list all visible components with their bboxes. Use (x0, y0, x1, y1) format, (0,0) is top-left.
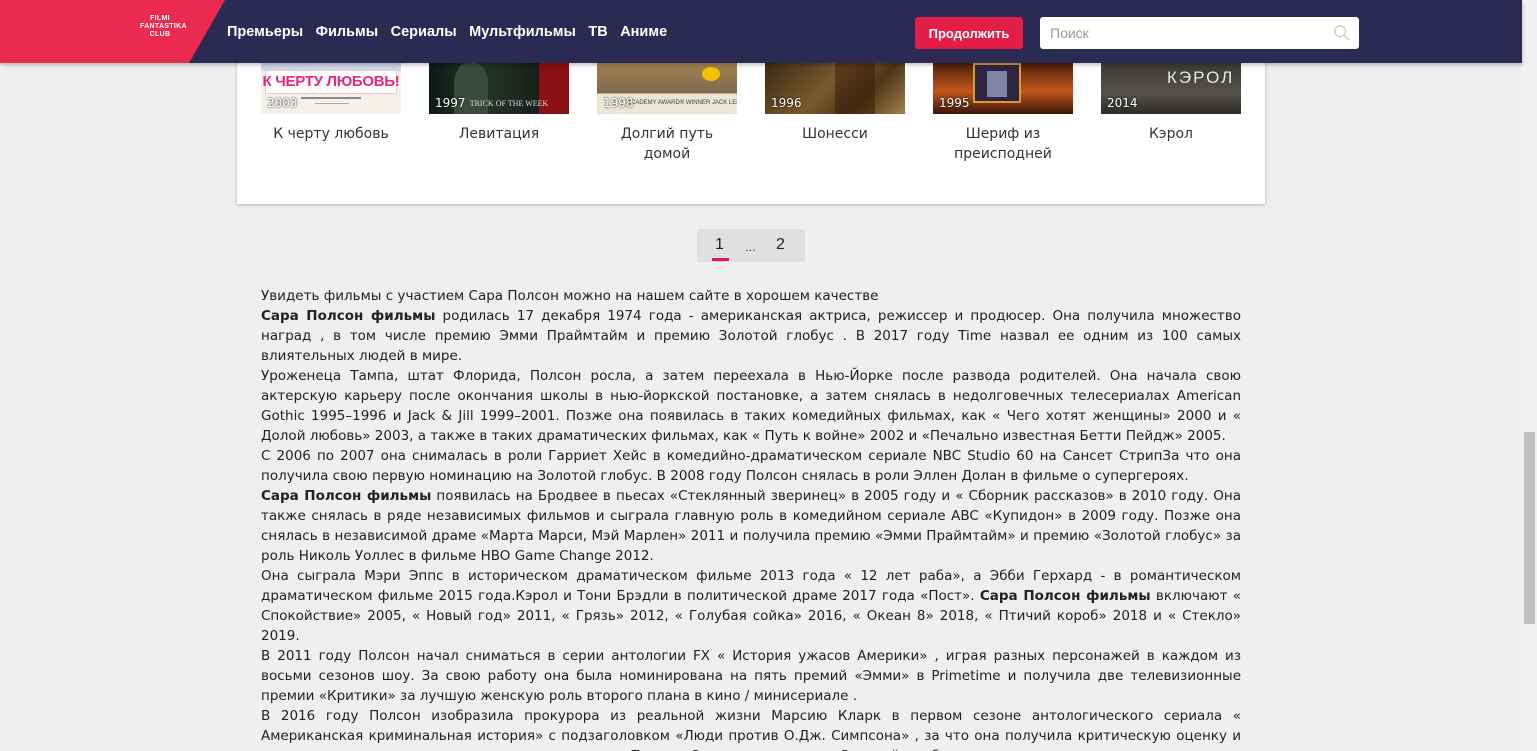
page-ellipsis: ... (745, 239, 756, 254)
film-title[interactable]: К черту любовь (261, 124, 401, 144)
nav-link-series[interactable]: Сериалы (391, 24, 457, 40)
bio-paragraph: В 2011 году Полсон начал сниматься в сер… (261, 648, 1241, 704)
film-title[interactable]: Долгий путь домой (597, 124, 737, 164)
film-year: 2003 (267, 96, 298, 110)
film-card[interactable]: TRICK OF THE WEEK 1997 Левитация (429, 63, 569, 144)
bio-paragraph: Она сыграла Мэри Эппс в историческом дра… (261, 566, 1241, 646)
active-page-indicator (712, 258, 729, 261)
pagination: 1 ... 2 (697, 229, 805, 262)
search-icon[interactable] (1333, 24, 1351, 42)
nav-link-premieres[interactable]: Премьеры (227, 24, 303, 40)
poster-title-text: К ЧЕРТУ ЛЮБОВЬ! (262, 73, 400, 90)
actor-description: Увидеть фильмы с участием Сара Полсон мо… (261, 286, 1241, 751)
nav-link-films[interactable]: Фильмы (316, 24, 379, 40)
page-scrollbar[interactable] (1522, 0, 1537, 751)
intro-text: Увидеть фильмы с участием Сара Полсон мо… (261, 288, 879, 304)
film-year: 1996 (771, 96, 802, 110)
bio-paragraph: Сара Полсон фильмы родилась 17 декабря 1… (261, 306, 1241, 366)
page-link-1[interactable]: 1 (715, 236, 724, 254)
film-poster[interactable]: TRICK OF THE WEEK 1997 (429, 63, 569, 114)
film-card[interactable]: ACADEMY AWARD® WINNER JACK LEMMON 1998 Д… (597, 63, 737, 164)
film-poster[interactable]: ACADEMY AWARD® WINNER JACK LEMMON 1998 (597, 63, 737, 114)
bold-keyword: Сара Полсон фильмы (261, 488, 432, 504)
scrollbar-thumb[interactable] (1524, 432, 1535, 624)
film-card[interactable]: К ЧЕРТУ ЛЮБОВЬ! 2003 К черту любовь (261, 63, 401, 144)
page-link-2[interactable]: 2 (776, 236, 785, 254)
bio-paragraph: Уроженеца Тампа, штат Флорида, Полсон ро… (261, 368, 1241, 444)
film-poster[interactable]: К ЧЕРТУ ЛЮБОВЬ! 2003 (261, 63, 401, 114)
film-title[interactable]: Шериф из преисподней (933, 124, 1073, 164)
nav-link-anime[interactable]: Аниме (620, 24, 667, 40)
film-poster[interactable]: 1996 (765, 63, 905, 114)
film-card[interactable]: 1995 Шериф из преисподней (933, 63, 1073, 164)
bio-paragraph: Сара Полсон фильмы появилась на Бродвее … (261, 486, 1241, 566)
film-title[interactable]: Кэрол (1101, 124, 1241, 144)
film-poster[interactable]: КЭРОЛ 2014 (1101, 63, 1241, 114)
main-nav: Премьеры Фильмы Сериалы Мультфильмы ТВ А… (227, 0, 680, 63)
bio-paragraph: В 2016 году Полсон изобразила прокурора … (261, 708, 1241, 751)
logo-text: FILMI FANTASTIKA CLUB (140, 15, 187, 38)
search-input[interactable] (1040, 17, 1325, 49)
film-title[interactable]: Левитация (429, 124, 569, 144)
film-card[interactable]: 1996 Шонесси (765, 63, 905, 144)
film-year: 1998 (603, 96, 634, 110)
top-navbar: FILMI FANTASTIKA CLUB Премьеры Фильмы Се… (0, 0, 1522, 63)
films-panel: К ЧЕРТУ ЛЮБОВЬ! 2003 К черту любовь TRIC… (237, 40, 1265, 204)
film-year: 1995 (939, 96, 970, 110)
bold-keyword: Сара Полсон фильмы (261, 308, 436, 324)
poster-title-text: TRICK OF THE WEEK (469, 99, 549, 108)
poster-title-text: КЭРОЛ (1167, 68, 1235, 87)
search-box (1040, 17, 1359, 49)
film-year: 1997 (435, 96, 466, 110)
film-title[interactable]: Шонесси (765, 124, 905, 144)
bold-keyword: Сара Полсон фильмы (979, 588, 1151, 604)
nav-link-cartoons[interactable]: Мультфильмы (469, 24, 576, 40)
site-logo[interactable]: FILMI FANTASTIKA CLUB (0, 0, 225, 63)
film-poster[interactable]: 1995 (933, 63, 1073, 114)
nav-link-tv[interactable]: ТВ (588, 24, 607, 40)
continue-button[interactable]: Продолжить (915, 17, 1023, 49)
poster-title-text: ACADEMY AWARD® WINNER JACK LEMMON (627, 100, 737, 106)
film-year: 2014 (1107, 96, 1138, 110)
film-card[interactable]: КЭРОЛ 2014 Кэрол (1101, 63, 1241, 144)
bio-paragraph: С 2006 по 2007 она снималась в роли Гарр… (261, 448, 1241, 484)
